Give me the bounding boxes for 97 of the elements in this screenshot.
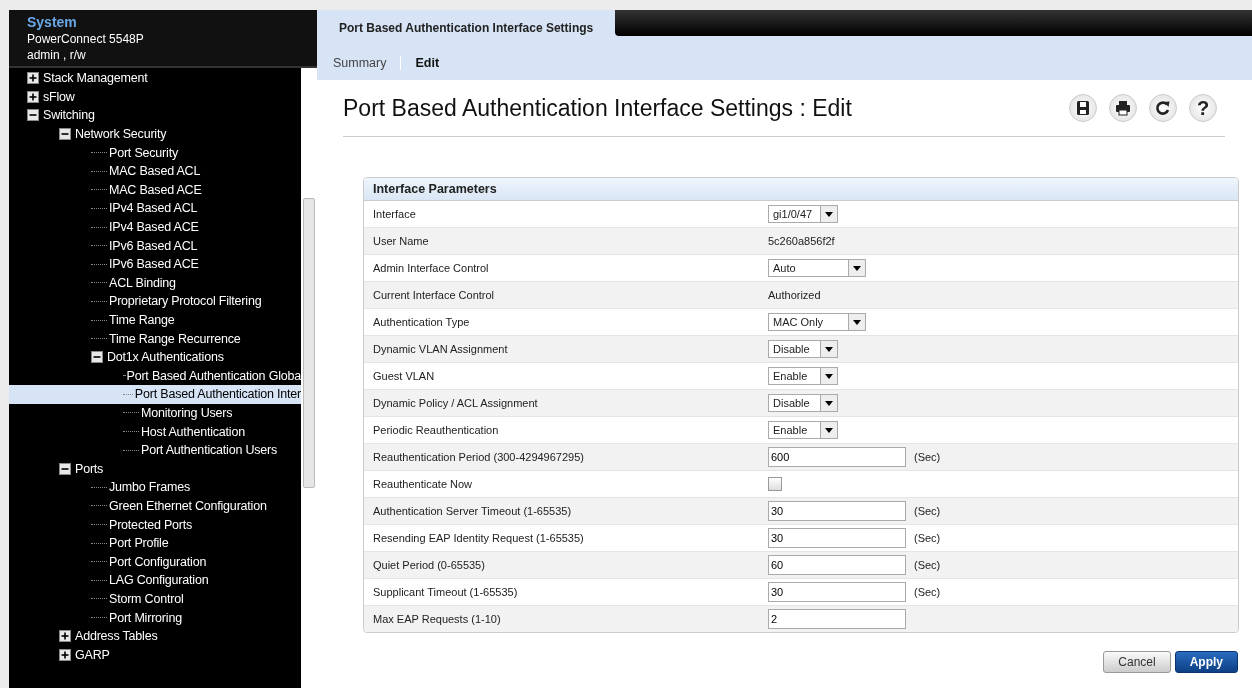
tree-item[interactable]: GARP xyxy=(9,645,301,664)
dropdown[interactable]: Disable xyxy=(768,394,838,412)
field-label: Resending EAP Identity Request (1-65535) xyxy=(372,532,585,544)
tree-item[interactable]: LAG Configuration xyxy=(9,571,301,590)
field-label: User Name xyxy=(372,235,430,247)
collapse-icon[interactable] xyxy=(91,351,103,364)
dropdown[interactable]: Enable xyxy=(768,421,838,439)
unit-label: (Sec) xyxy=(914,451,941,463)
tree-item[interactable]: Host Authentication xyxy=(9,422,301,441)
tree-item[interactable]: Port Based Authentication Globa xyxy=(9,366,301,386)
collapse-icon[interactable] xyxy=(27,109,39,122)
unit-label: (Sec) xyxy=(914,586,941,598)
caret-icon xyxy=(820,206,837,222)
field-label: Dynamic VLAN Assignment xyxy=(372,343,509,355)
tree-item[interactable]: Jumbo Frames xyxy=(9,478,301,497)
caret-icon xyxy=(820,341,837,357)
subnav-link[interactable]: Edit xyxy=(415,55,440,70)
tree-item[interactable]: Port Authentication Users xyxy=(9,440,301,460)
field-value: Authorized xyxy=(768,289,821,301)
tree-item[interactable]: IPv6 Based ACL xyxy=(9,236,301,255)
collapse-icon[interactable] xyxy=(59,462,71,475)
expand-icon[interactable] xyxy=(27,72,39,85)
tree-item[interactable]: Port Configuration xyxy=(9,552,301,572)
caret-icon xyxy=(820,368,837,384)
field-label: Guest VLAN xyxy=(372,370,436,382)
device-name: PowerConnect 5548P xyxy=(27,32,145,46)
system-title: System xyxy=(27,14,78,30)
field-label: Reauthenticate Now xyxy=(372,478,474,490)
tree-item[interactable]: Port Based Authentication Inter xyxy=(9,385,301,404)
tree-item[interactable]: Switching xyxy=(9,106,301,125)
input-field[interactable]: 2 xyxy=(768,609,906,629)
tree-item[interactable]: IPv4 Based ACL xyxy=(9,199,301,218)
panel-title: Interface Parameters xyxy=(364,178,1238,201)
input-field[interactable]: 60 xyxy=(768,555,906,575)
tree-item[interactable]: Time Range Recurrence xyxy=(9,329,301,348)
tree-item[interactable]: Storm Control xyxy=(9,589,301,609)
tree-item[interactable]: sFlow xyxy=(9,87,301,107)
caret-icon xyxy=(820,395,837,411)
apply-button[interactable]: Apply xyxy=(1174,651,1238,673)
tree-item[interactable]: Port Security xyxy=(9,143,301,162)
unit-label: (Sec) xyxy=(914,532,941,544)
unit-label: (Sec) xyxy=(914,505,941,517)
tree-item[interactable]: IPv4 Based ACE xyxy=(9,217,301,237)
save-icon[interactable] xyxy=(1069,94,1097,122)
dropdown[interactable]: Disable xyxy=(768,340,838,358)
field-value: 5c260a856f2f xyxy=(768,235,835,247)
unit-label: (Sec) xyxy=(914,559,941,571)
caret-icon xyxy=(820,422,837,438)
dropdown[interactable]: gi1/0/47 xyxy=(768,205,838,223)
input-field[interactable]: 600 xyxy=(768,447,906,467)
user-info: admin , r/w xyxy=(27,48,87,62)
tree-item[interactable]: Monitoring Users xyxy=(9,403,301,423)
collapse-icon[interactable] xyxy=(59,128,71,141)
field-label: Supplicant Timeout (1-65535) xyxy=(372,586,519,598)
input-field[interactable]: 30 xyxy=(768,528,906,548)
dropdown[interactable]: MAC Only xyxy=(768,313,866,331)
field-label: Current Interface Control xyxy=(372,289,496,301)
field-label: Admin Interface Control xyxy=(372,262,490,274)
tree-item[interactable]: Stack Management xyxy=(9,69,301,88)
field-label: Interface xyxy=(372,208,417,220)
page-title: Port Based Authentication Interface Settings : Edit xyxy=(343,94,852,122)
caret-icon xyxy=(848,314,865,330)
expand-icon[interactable] xyxy=(27,90,39,103)
tree-item[interactable]: Port Mirroring xyxy=(9,608,301,627)
field-label: Periodic Reauthentication xyxy=(372,424,500,436)
tree-item[interactable]: MAC Based ACL xyxy=(9,161,301,181)
tree-item[interactable]: MAC Based ACE xyxy=(9,180,301,200)
help-button[interactable]: ? xyxy=(1189,94,1217,122)
field-label: Authentication Server Timeout (1-65535) xyxy=(372,505,573,517)
field-label: Reauthentication Period (300-4294967295) xyxy=(372,451,585,463)
field-label: Authentication Type xyxy=(372,316,471,328)
tree-item[interactable]: Network Security xyxy=(9,124,301,144)
caret-icon xyxy=(848,260,865,276)
print-icon[interactable] xyxy=(1109,94,1137,122)
tree-item[interactable]: Time Range xyxy=(9,310,301,330)
checkbox[interactable] xyxy=(768,477,782,491)
field-label: Max EAP Requests (1-10) xyxy=(372,613,502,625)
tree-item[interactable]: Address Tables xyxy=(9,626,301,646)
expand-icon[interactable] xyxy=(59,648,71,661)
refresh-icon[interactable] xyxy=(1149,94,1177,122)
tree-item[interactable]: Proprietary Protocol Filtering xyxy=(9,292,301,311)
tree-item[interactable]: Dot1x Authentications xyxy=(9,347,301,367)
tree-item[interactable]: Protected Ports xyxy=(9,515,301,534)
expand-icon[interactable] xyxy=(59,630,71,643)
tree-item[interactable]: Green Ethernet Configuration xyxy=(9,496,301,516)
cancel-button[interactable]: Cancel xyxy=(1103,651,1171,673)
tree-item[interactable]: Port Profile xyxy=(9,533,301,553)
tree-item[interactable]: Ports xyxy=(9,459,301,479)
input-field[interactable]: 30 xyxy=(768,501,906,521)
input-field[interactable]: 30 xyxy=(768,582,906,602)
field-label: Quiet Period (0-65535) xyxy=(372,559,486,571)
field-label: Dynamic Policy / ACL Assignment xyxy=(372,397,539,409)
tree-item[interactable]: ACL Binding xyxy=(9,273,301,293)
tree-item[interactable]: IPv6 Based ACE xyxy=(9,254,301,274)
subnav-link[interactable]: Summary xyxy=(333,55,387,70)
dropdown[interactable]: Auto xyxy=(768,259,866,277)
dropdown[interactable]: Enable xyxy=(768,367,838,385)
